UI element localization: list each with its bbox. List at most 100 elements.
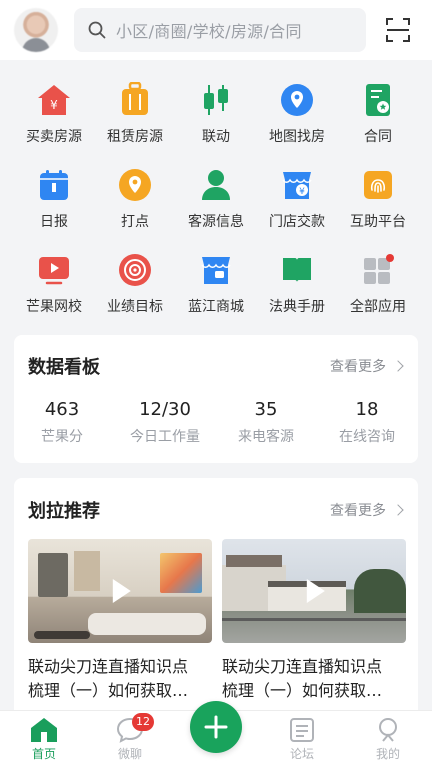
video-thumbnail [222, 539, 406, 643]
grid-item-rental[interactable]: 租赁房源 [92, 80, 178, 146]
chat-unread-badge: 12 [132, 713, 154, 731]
tab-profile[interactable]: 我的 [358, 717, 418, 762]
stat-value: 463 [44, 399, 80, 420]
tab-home[interactable]: 首页 [14, 717, 74, 762]
calendar-icon [34, 165, 74, 205]
avatar[interactable] [14, 8, 58, 52]
grid-item-daily-report[interactable]: 日报 [11, 165, 97, 231]
chevron-right-icon [392, 504, 404, 516]
video-title-line: 梳理（一）如何获取… [28, 681, 189, 700]
video-card[interactable]: 联动尖刀连直播知识点 梳理（一）如何获取… [222, 539, 406, 703]
map-pin-icon [277, 80, 317, 120]
grid-label: 联动 [202, 129, 230, 145]
grid-label: 地图找房 [269, 129, 325, 145]
grid-item-client-info[interactable]: 客源信息 [173, 165, 259, 231]
play-icon [306, 579, 325, 603]
grid-label: 互助平台 [350, 214, 406, 230]
grid-item-performance-target[interactable]: 业绩目标 [92, 250, 178, 316]
chevron-right-icon [392, 360, 404, 372]
search-placeholder: 小区/商圈/学校/房源/合同 [116, 22, 302, 41]
stat-online-consult[interactable]: 18 在线咨询 [319, 399, 415, 446]
stat-label: 在线咨询 [339, 429, 395, 445]
top-header: 小区/商圈/学校/房源/合同 [0, 0, 432, 60]
target-icon [115, 250, 155, 290]
video-title: 联动尖刀连直播知识点 梳理（一）如何获取… [28, 655, 212, 703]
book-icon [277, 250, 317, 290]
add-button[interactable] [190, 701, 242, 753]
stat-value: 12/30 [139, 399, 191, 420]
suitcase-icon [115, 80, 155, 120]
video-card[interactable]: 联动尖刀连直播知识点 梳理（一）如何获取… [28, 539, 212, 703]
grid-item-all-apps[interactable]: 全部应用 [335, 250, 421, 316]
location-icon [115, 165, 155, 205]
video-title: 联动尖刀连直播知识点 梳理（一）如何获取… [222, 655, 406, 703]
stat-label: 来电客源 [238, 429, 294, 445]
grid-label: 业绩目标 [107, 299, 163, 315]
grid-item-store-payment[interactable]: ¥ 门店交款 [254, 165, 340, 231]
apps-grid-icon [358, 250, 398, 290]
video-thumbnail [28, 539, 212, 643]
tab-label: 我的 [375, 747, 400, 761]
grid-label: 全部应用 [350, 299, 406, 315]
tab-forum[interactable]: 论坛 [272, 717, 332, 762]
stat-workload[interactable]: 12/30 今日工作量 [117, 399, 213, 446]
dashboard-title: 数据看板 [28, 357, 100, 378]
search-bar[interactable]: 小区/商圈/学校/房源/合同 [74, 8, 366, 52]
grid-label: 门店交款 [269, 214, 325, 230]
tab-label: 论坛 [289, 747, 314, 761]
grid-item-mutual-aid[interactable]: 互助平台 [335, 165, 421, 231]
grid-label: 合同 [364, 129, 392, 145]
grid-item-contract[interactable]: 合同 [335, 80, 421, 146]
video-title-line: 联动尖刀连直播知识点 [28, 657, 189, 676]
grid-item-buy-sell[interactable]: ¥ 买卖房源 [11, 80, 97, 146]
grid-label: 客源信息 [188, 214, 244, 230]
stat-label: 今日工作量 [130, 429, 200, 445]
store-yen-icon: ¥ [277, 165, 317, 205]
person-icon [196, 165, 236, 205]
stat-value: 35 [254, 399, 278, 420]
grid-label: 打点 [121, 214, 149, 230]
recommend-title: 划拉推荐 [28, 501, 100, 522]
scan-icon[interactable] [386, 18, 410, 42]
video-title-line: 梳理（一）如何获取… [222, 681, 383, 700]
search-icon [88, 21, 106, 39]
tab-chat[interactable]: 12 微聊 [100, 713, 160, 762]
grid-item-code-manual[interactable]: 法典手册 [254, 250, 340, 316]
profile-icon [379, 718, 397, 742]
recommend-more-link[interactable]: 查看更多 [330, 500, 404, 520]
grid-item-linkage[interactable]: 联动 [173, 80, 259, 146]
plus-icon [204, 715, 228, 739]
grid-label: 买卖房源 [26, 129, 82, 145]
contract-icon [358, 80, 398, 120]
grid-item-check-in[interactable]: 打点 [92, 165, 178, 231]
candlestick-icon [196, 80, 236, 120]
grid-label: 芒果网校 [26, 299, 82, 315]
grid-item-map-search[interactable]: 地图找房 [254, 80, 340, 146]
grid-label: 日报 [40, 214, 68, 230]
dashboard-more-link[interactable]: 查看更多 [330, 356, 404, 376]
bottom-tab-bar: 首页 12 微聊 论坛 我的 [0, 701, 432, 768]
home-icon [31, 718, 57, 742]
grid-label: 法典手册 [269, 299, 325, 315]
grid-item-online-school[interactable]: 芒果网校 [11, 250, 97, 316]
svg-text:¥: ¥ [50, 98, 58, 112]
recommend-card: 划拉推荐 查看更多 联动尖刀连直播知识点 梳理（一）如何获取… 联动尖刀连直播知… [14, 478, 418, 718]
house-yen-icon: ¥ [34, 80, 74, 120]
more-label: 查看更多 [330, 359, 386, 375]
video-play-icon [34, 250, 74, 290]
tab-label: 微聊 [117, 747, 142, 761]
shop-icon [196, 250, 236, 290]
stat-incoming-clients[interactable]: 35 来电客源 [218, 399, 314, 446]
fingerprint-icon [358, 165, 398, 205]
dashboard-card: 数据看板 查看更多 463 芒果分 12/30 今日工作量 35 来电客源 18… [14, 335, 418, 463]
more-label: 查看更多 [330, 503, 386, 519]
grid-item-mall[interactable]: 蓝江商城 [173, 250, 259, 316]
stat-score[interactable]: 463 芒果分 [14, 399, 110, 446]
grid-label: 租赁房源 [107, 129, 163, 145]
forum-icon [290, 718, 314, 742]
stat-label: 芒果分 [41, 429, 83, 445]
video-title-line: 联动尖刀连直播知识点 [222, 657, 383, 676]
svg-text:¥: ¥ [299, 187, 305, 197]
play-icon [112, 579, 131, 603]
stat-value: 18 [355, 399, 379, 420]
